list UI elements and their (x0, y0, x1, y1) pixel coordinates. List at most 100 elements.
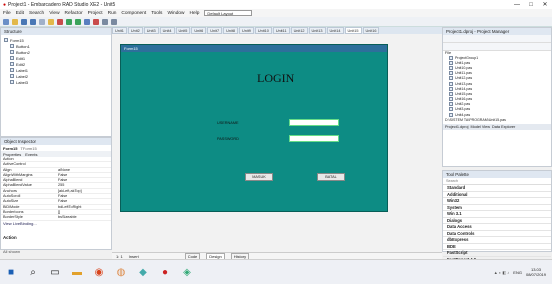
tab-unit10[interactable]: Unit10 (254, 27, 272, 34)
unit-tabs: Unit1 Unit2 Unit3 Unit4 Unit5 Unit6 Unit… (112, 27, 442, 34)
search-icon[interactable]: ⌕ (22, 261, 44, 283)
tab-unit7[interactable]: Unit7 (207, 27, 223, 34)
menu-search[interactable]: Search (29, 11, 44, 16)
project-manager-toolbar-2 (443, 43, 551, 51)
tab-unit6[interactable]: Unit6 (191, 27, 207, 34)
tree-item-label3[interactable]: Label3 (4, 79, 108, 85)
file-icon (449, 112, 453, 117)
file-icon (449, 60, 453, 65)
run-icon[interactable] (66, 18, 72, 25)
add-file-icon[interactable] (48, 18, 54, 25)
menu-run[interactable]: Run (108, 11, 117, 16)
tab-unit4[interactable]: Unit4 (159, 27, 175, 34)
clock-date[interactable]: 08/07/2019 (526, 272, 546, 277)
tab-unit8[interactable]: Unit8 (223, 27, 238, 34)
file-icon (449, 55, 453, 60)
login-heading: LOGIN (257, 71, 295, 85)
label-icon (10, 74, 14, 78)
rad-studio-icon[interactable]: ● (154, 261, 176, 283)
browser-icon[interactable]: ◍ (110, 261, 132, 283)
app-icon-2[interactable]: ◈ (176, 261, 198, 283)
tool-palette-header: Tool Palette (443, 171, 551, 178)
file-item[interactable]: Unit4.pas (443, 112, 551, 117)
title-bar: ● Project1 - Embarcadero RAD Studio XE2 … (0, 0, 552, 9)
tab-model-view[interactable]: Model View (470, 125, 490, 129)
language-indicator[interactable]: ENG (513, 270, 522, 275)
menu-edit[interactable]: Edit (16, 11, 24, 16)
menu-tools[interactable]: Tools (151, 11, 162, 16)
button-icon (10, 50, 14, 54)
livebinding-link[interactable]: View LiveBinding... (1, 221, 111, 227)
insert-mode: Insert (128, 253, 139, 259)
file-icon (449, 97, 453, 102)
menu-file[interactable]: File (3, 11, 11, 16)
tab-events[interactable]: Events (25, 152, 37, 157)
designed-form[interactable]: Form15 LOGIN USERNAME PASSWORD MASUK BAT… (120, 44, 388, 212)
tab-unit14[interactable]: Unit14 (326, 27, 344, 34)
tab-unit1[interactable]: Unit1 (112, 27, 127, 34)
file-path: D:\SISTEM TA\PROGRAM\Unit15.pas (445, 118, 506, 123)
tab-unit2[interactable]: Unit2 (127, 27, 143, 34)
save-all-icon[interactable] (30, 18, 36, 25)
menu-window[interactable]: Window (167, 11, 184, 16)
save-icon[interactable] (21, 18, 27, 25)
palette-search[interactable]: Search (446, 179, 458, 183)
trace-into-icon[interactable] (111, 18, 117, 25)
window-title: Project1 - Embarcadero RAD Studio XE2 - … (8, 1, 116, 8)
form-caption: Form15 (121, 45, 387, 52)
tab-unit9[interactable]: Unit9 (239, 27, 254, 34)
username-input[interactable] (289, 119, 339, 126)
pause-icon[interactable] (84, 18, 90, 25)
selected-object-type: TForm15 (20, 145, 37, 151)
remove-file-icon[interactable] (57, 18, 63, 25)
menu-refactor[interactable]: Refactor (65, 11, 83, 16)
tab-unit5[interactable]: Unit5 (175, 27, 191, 34)
editor-status-bar: 1: 1 Insert Code Design History (112, 252, 442, 260)
batal-button[interactable]: BATAL (317, 173, 345, 181)
tray-icons[interactable]: ▲ ◐ ◧ ♪ (494, 270, 510, 275)
property-grid: Action ActiveControl Align alNone AlignWi… (1, 157, 111, 221)
task-view-icon[interactable]: ▭ (44, 261, 66, 283)
tab-properties[interactable]: Properties (3, 152, 21, 157)
minimize-button[interactable]: — (510, 0, 524, 9)
menu-help[interactable]: Help (190, 11, 200, 16)
menu-project[interactable]: Project (88, 11, 103, 16)
tab-unit15[interactable]: Unit15 (344, 27, 362, 34)
file-icon (449, 86, 453, 91)
selected-object[interactable]: Form15 (3, 146, 17, 151)
password-input[interactable] (289, 135, 339, 142)
object-inspector: Object Inspector Form15 TForm15 Properti… (0, 137, 112, 254)
masuk-button[interactable]: MASUK (245, 173, 273, 181)
action-label: Action (3, 234, 17, 240)
opera-icon[interactable]: ◉ (88, 261, 110, 283)
tab-unit11[interactable]: Unit11 (272, 27, 290, 34)
tab-project-manager[interactable]: Project1.dproj (445, 125, 468, 129)
file-explorer-icon[interactable]: ▬ (66, 261, 88, 283)
stop-icon[interactable] (93, 18, 99, 25)
tab-data-explorer[interactable]: Data Explorer (492, 125, 515, 129)
file-icon (449, 102, 453, 107)
file-icon (449, 65, 453, 70)
project-manager-toolbar (443, 35, 551, 43)
edit-icon (10, 56, 14, 60)
file-icon (449, 91, 453, 96)
app-icon-1[interactable]: ◆ (132, 261, 154, 283)
project-manager: Project1.dproj - Project Manager File Pr… (442, 27, 552, 167)
menu-bar: File Edit Search View Refactor Project R… (0, 9, 552, 17)
maximize-button[interactable]: □ (524, 0, 538, 9)
tab-unit12[interactable]: Unit12 (290, 27, 308, 34)
menu-view[interactable]: View (49, 11, 59, 16)
tool-palette: Tool Palette Search Standard Additional … (442, 170, 552, 276)
layout-combo[interactable]: Default Layout (204, 10, 253, 16)
open-project-icon[interactable] (39, 18, 45, 25)
run-without-debug-icon[interactable] (75, 18, 81, 25)
new-icon[interactable] (3, 18, 9, 25)
tab-unit16[interactable]: Unit16 (362, 27, 380, 34)
step-over-icon[interactable] (102, 18, 108, 25)
menu-component[interactable]: Component (121, 11, 146, 16)
start-icon[interactable]: ■ (0, 261, 22, 283)
open-icon[interactable] (12, 18, 18, 25)
tab-unit13[interactable]: Unit13 (308, 27, 326, 34)
tab-unit3[interactable]: Unit3 (143, 27, 159, 34)
close-button[interactable]: ✕ (538, 0, 552, 9)
